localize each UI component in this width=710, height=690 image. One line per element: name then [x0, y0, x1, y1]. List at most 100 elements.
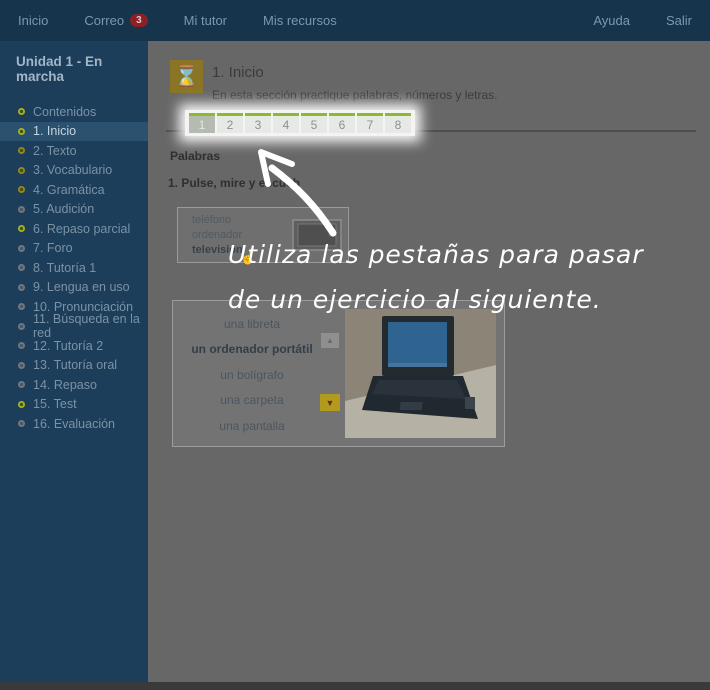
- status-bullet-icon: [18, 362, 25, 369]
- sidebar-item-label: 5. Audición: [33, 202, 94, 216]
- option-un-ordenador-portatil[interactable]: un ordenador portátil: [177, 337, 327, 363]
- sidebar-item-repaso-parcial[interactable]: 6. Repaso parcial: [0, 219, 148, 239]
- tab-label: 4: [283, 118, 290, 132]
- tab-label: 5: [311, 118, 318, 132]
- hourglass-icon: ⌛: [170, 60, 203, 93]
- sidebar-item-lengua-en-uso[interactable]: 9. Lengua en uso: [0, 278, 148, 298]
- nav-left-group: Inicio Correo 3 Mi tutor Mis recursos: [0, 0, 355, 41]
- sidebar-item-foro[interactable]: 7. Foro: [0, 239, 148, 259]
- sidebar-item-repaso[interactable]: 14. Repaso: [0, 375, 148, 395]
- scroll-down-button[interactable]: ▼: [320, 394, 340, 411]
- nav-right-group: Ayuda Salir: [575, 0, 710, 41]
- tab-2[interactable]: 2: [217, 113, 243, 133]
- exercise-box: una libreta un ordenador portátil un bol…: [172, 300, 505, 447]
- status-bullet-icon: [18, 264, 25, 271]
- page-title: 1. Inicio: [212, 64, 264, 81]
- sidebar-item-evaluacion[interactable]: 16. Evaluación: [0, 414, 148, 434]
- tab-1[interactable]: 1: [189, 113, 215, 133]
- nav-item-mi-tutor[interactable]: Mi tutor: [166, 0, 245, 41]
- sidebar-item-inicio[interactable]: 1. Inicio: [0, 122, 148, 142]
- bottom-edge-strip: [0, 682, 710, 690]
- correo-unread-badge: 3: [130, 14, 148, 27]
- nav-ayuda-label: Ayuda: [593, 13, 630, 28]
- sidebar-item-label: 12. Tutoría 2: [33, 339, 103, 353]
- tab-label: 7: [367, 118, 374, 132]
- status-bullet-icon: [18, 323, 25, 330]
- tab-label: 3: [255, 118, 262, 132]
- scroll-up-button[interactable]: ▲: [321, 333, 339, 348]
- nav-item-mis-recursos[interactable]: Mis recursos: [245, 0, 355, 41]
- word-telefono[interactable]: teléfono: [192, 214, 243, 226]
- section-label: Palabras: [170, 149, 220, 163]
- option-label: un ordenador portátil: [191, 342, 312, 356]
- tab-label: 6: [339, 118, 346, 132]
- sidebar-item-label: 14. Repaso: [33, 378, 97, 392]
- nav-correo-label: Correo: [84, 13, 124, 28]
- nav-item-ayuda[interactable]: Ayuda: [575, 0, 648, 41]
- status-bullet-icon: [18, 186, 25, 193]
- nav-salir-label: Salir: [666, 13, 692, 28]
- tab-label: 1: [199, 118, 206, 132]
- up-arrow-icon: ▲: [326, 336, 334, 345]
- sidebar-item-busqueda-en-la-red[interactable]: 11. Búsqueda en la red: [0, 317, 148, 337]
- sidebar-item-label: 3. Vocabulario: [33, 163, 112, 177]
- sidebar-item-audicion[interactable]: 5. Audición: [0, 200, 148, 220]
- top-navigation-bar: Inicio Correo 3 Mi tutor Mis recursos Ay…: [0, 0, 710, 41]
- tab-8[interactable]: 8: [385, 113, 411, 133]
- sidebar-item-label: 9. Lengua en uso: [33, 280, 130, 294]
- nav-item-salir[interactable]: Salir: [648, 0, 710, 41]
- sidebar-item-label: 15. Test: [33, 397, 77, 411]
- option-label: una pantalla: [219, 419, 284, 433]
- tab-4[interactable]: 4: [273, 113, 299, 133]
- sidebar-item-label: 7. Foro: [33, 241, 73, 255]
- sidebar-item-test[interactable]: 15. Test: [0, 395, 148, 415]
- status-bullet-icon: [18, 381, 25, 388]
- sidebar-item-label: 1. Inicio: [33, 124, 76, 138]
- tutorial-text-line1: Utiliza las pestañas para pasar: [228, 240, 644, 269]
- status-bullet-icon: [18, 303, 25, 310]
- unit-title: Unidad 1 - En marcha: [0, 41, 148, 96]
- sidebar-item-label: 16. Evaluación: [33, 417, 115, 431]
- status-bullet-icon: [18, 420, 25, 427]
- tab-7[interactable]: 7: [357, 113, 383, 133]
- sidebar-item-tutoria-oral[interactable]: 13. Tutoría oral: [0, 356, 148, 376]
- status-bullet-icon: [18, 128, 25, 135]
- option-label: una libreta: [224, 317, 280, 331]
- sidebar-item-label: 13. Tutoría oral: [33, 358, 117, 372]
- option-un-boligrafo[interactable]: un bolígrafo: [177, 362, 327, 388]
- tab-label: 8: [395, 118, 402, 132]
- tab-5[interactable]: 5: [301, 113, 327, 133]
- sidebar-item-gramatica[interactable]: 4. Gramática: [0, 180, 148, 200]
- status-bullet-icon: [18, 342, 25, 349]
- nav-item-correo[interactable]: Correo 3: [66, 0, 165, 41]
- unit-sidebar: Unidad 1 - En marcha Contenidos 1. Inici…: [0, 41, 148, 682]
- nav-mis-recursos-label: Mis recursos: [263, 13, 337, 28]
- status-bullet-icon: [18, 225, 25, 232]
- option-una-carpeta[interactable]: una carpeta: [177, 388, 327, 414]
- svg-text:xxx: xxx: [328, 233, 336, 239]
- status-bullet-icon: [18, 108, 25, 115]
- answer-options-list: una libreta un ordenador portátil un bol…: [177, 311, 327, 439]
- status-bullet-icon: [18, 206, 25, 213]
- sidebar-item-contenidos[interactable]: Contenidos: [0, 102, 148, 122]
- laptop-photo: [345, 309, 496, 438]
- tab-label: 2: [227, 118, 234, 132]
- tab-3[interactable]: 3: [245, 113, 271, 133]
- nav-mi-tutor-label: Mi tutor: [184, 13, 227, 28]
- sidebar-item-tutoria-1[interactable]: 8. Tutoría 1: [0, 258, 148, 278]
- sidebar-item-label: 2. Texto: [33, 144, 77, 158]
- status-bullet-icon: [18, 245, 25, 252]
- option-una-pantalla[interactable]: una pantalla: [177, 413, 327, 439]
- sidebar-item-vocabulario[interactable]: 3. Vocabulario: [0, 161, 148, 181]
- status-bullet-icon: [18, 284, 25, 291]
- exercise-tabstrip: 1 2 3 4 5 6 7 8: [185, 110, 415, 136]
- option-una-libreta[interactable]: una libreta: [177, 311, 327, 337]
- unit-section-list: Contenidos 1. Inicio 2. Texto 3. Vocabul…: [0, 96, 148, 434]
- tab-6[interactable]: 6: [329, 113, 355, 133]
- sidebar-item-texto[interactable]: 2. Texto: [0, 141, 148, 161]
- option-label: una carpeta: [220, 393, 283, 407]
- nav-inicio-label: Inicio: [18, 13, 48, 28]
- nav-item-inicio[interactable]: Inicio: [0, 0, 66, 41]
- content-area: ⌛ 1. Inicio En esta sección practique pa…: [148, 41, 710, 682]
- sidebar-item-label: 4. Gramática: [33, 183, 105, 197]
